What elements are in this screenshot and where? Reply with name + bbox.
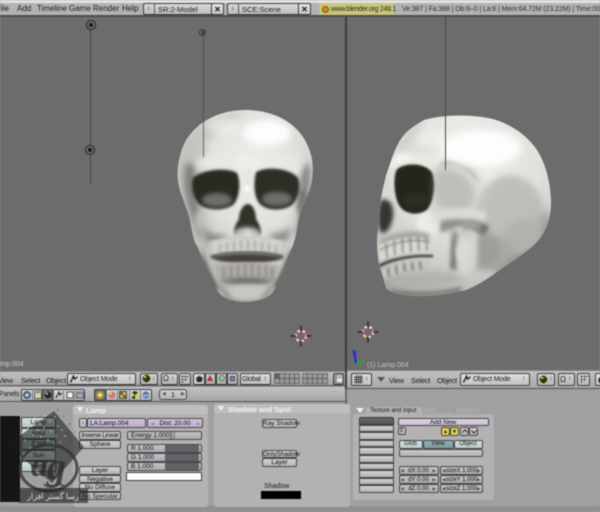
svg-text:g: g: [46, 446, 66, 488]
svg-text:a: a: [31, 447, 48, 484]
svg-text:رسا گستر افزار: رسا گستر افزار: [26, 491, 79, 501]
